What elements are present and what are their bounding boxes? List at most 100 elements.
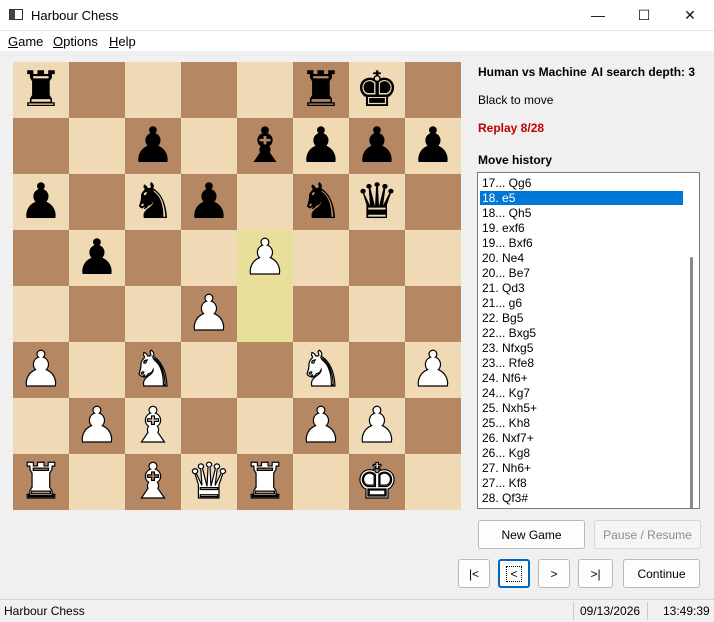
board-square[interactable] [69, 286, 125, 342]
board-square[interactable] [181, 230, 237, 286]
board-square[interactable] [13, 398, 69, 454]
board-square[interactable]: ♟ [293, 397, 349, 454]
next-move-button[interactable]: > [538, 559, 570, 588]
board-square[interactable]: ♛ [181, 453, 237, 510]
board-square[interactable] [237, 286, 293, 342]
scrollbar-thumb[interactable] [690, 257, 693, 508]
move-history-item[interactable]: 25. Nxh5+ [480, 401, 683, 415]
move-history-item[interactable]: 24. Nf6+ [480, 371, 683, 385]
board-square[interactable] [349, 286, 405, 342]
move-history-list[interactable]: 17... Qg6 18. e5 18... Qh5 19. exf6 19... Bx… [477, 172, 700, 509]
first-move-button[interactable]: |< [458, 559, 490, 588]
previous-move-button[interactable]: < [498, 559, 530, 588]
move-history-item[interactable]: 27... Kf8 [480, 476, 683, 490]
board-square[interactable] [69, 118, 125, 174]
board-square[interactable]: ♝ [125, 453, 181, 510]
move-history-item[interactable]: 17... Qg6 [480, 176, 683, 190]
move-history-item[interactable]: 24... Kg7 [480, 386, 683, 400]
menu-game[interactable]: Game [8, 34, 43, 49]
minimize-button[interactable]: — [575, 0, 621, 30]
board-square[interactable]: ♟ [69, 397, 125, 454]
board-square[interactable]: ♟ [69, 230, 125, 286]
board-square[interactable]: ♜ [293, 62, 349, 118]
board-square[interactable]: ♟ [13, 174, 69, 230]
board-square[interactable]: ♟ [13, 341, 69, 398]
move-history-item[interactable]: 19... Bxf6 [480, 236, 683, 250]
move-history-item[interactable]: 27. Nh6+ [480, 461, 683, 475]
board-square[interactable]: ♚ [349, 453, 405, 510]
board-square[interactable]: ♟ [237, 229, 293, 286]
board-square[interactable] [13, 230, 69, 286]
board-square[interactable]: ♜ [13, 453, 69, 510]
move-history-item[interactable]: 20. Ne4 [480, 251, 683, 265]
board-square[interactable]: ♟ [181, 174, 237, 230]
board-square[interactable] [237, 398, 293, 454]
board-square[interactable] [13, 286, 69, 342]
board-square[interactable] [237, 174, 293, 230]
board-square[interactable] [405, 398, 461, 454]
move-history-item[interactable]: 23. Nfxg5 [480, 341, 683, 355]
board-square[interactable]: ♝ [237, 118, 293, 174]
move-history-item[interactable]: 21... g6 [480, 296, 683, 310]
board-square[interactable] [293, 454, 349, 510]
board-square[interactable]: ♟ [181, 285, 237, 342]
move-history-item[interactable]: 18. e5 [480, 191, 683, 205]
board-square[interactable] [125, 286, 181, 342]
move-history-item[interactable]: 19. exf6 [480, 221, 683, 235]
board-square[interactable] [237, 342, 293, 398]
board-square[interactable] [237, 62, 293, 118]
board-square[interactable] [293, 230, 349, 286]
board-square[interactable]: ♞ [293, 174, 349, 230]
board-square[interactable]: ♟ [349, 397, 405, 454]
board-square[interactable]: ♜ [13, 62, 69, 118]
board-square[interactable] [69, 62, 125, 118]
history-scrollbar[interactable] [684, 173, 699, 508]
board-square[interactable] [349, 230, 405, 286]
menu-options[interactable]: Options [53, 34, 98, 49]
board-square[interactable] [405, 454, 461, 510]
board-square[interactable] [349, 342, 405, 398]
move-history-item[interactable]: 22. Bg5 [480, 311, 683, 325]
board-square[interactable] [405, 230, 461, 286]
move-history-item[interactable]: 26... Kg8 [480, 446, 683, 460]
maximize-button[interactable]: ☐ [621, 0, 667, 30]
board-square[interactable] [69, 174, 125, 230]
board-square[interactable]: ♟ [349, 118, 405, 174]
board-square[interactable] [125, 230, 181, 286]
move-history-item[interactable]: 18... Qh5 [480, 206, 683, 220]
board-square[interactable] [181, 342, 237, 398]
last-move-button[interactable]: >| [578, 559, 613, 588]
board-square[interactable]: ♟ [125, 118, 181, 174]
close-button[interactable]: ✕ [667, 0, 713, 30]
board-square[interactable] [293, 286, 349, 342]
move-history-item[interactable]: 23... Rfe8 [480, 356, 683, 370]
move-history-item[interactable]: 26. Nxf7+ [480, 431, 683, 445]
move-history-item[interactable]: 22... Bxg5 [480, 326, 683, 340]
board-square[interactable]: ♟ [405, 341, 461, 398]
board-square[interactable] [405, 62, 461, 118]
board-square[interactable]: ♝ [125, 397, 181, 454]
board-square[interactable] [181, 62, 237, 118]
move-history-item[interactable]: 28. Qf3# [480, 491, 683, 505]
board-square[interactable]: ♞ [125, 341, 181, 398]
move-history-item[interactable]: 20... Be7 [480, 266, 683, 280]
board-square[interactable]: ♟ [293, 118, 349, 174]
board-square[interactable] [125, 62, 181, 118]
board-square[interactable]: ♟ [405, 118, 461, 174]
board-square[interactable]: ♜ [237, 453, 293, 510]
menu-help[interactable]: Help [109, 34, 136, 49]
board-square[interactable] [405, 174, 461, 230]
move-history-item[interactable]: 25... Kh8 [480, 416, 683, 430]
board-square[interactable]: ♞ [293, 341, 349, 398]
move-history-item[interactable]: 21. Qd3 [480, 281, 683, 295]
board-square[interactable]: ♛ [349, 174, 405, 230]
board-square[interactable]: ♞ [125, 174, 181, 230]
board-square[interactable] [405, 286, 461, 342]
board-square[interactable] [69, 342, 125, 398]
continue-button[interactable]: Continue [623, 559, 700, 588]
board-square[interactable] [13, 118, 69, 174]
board-square[interactable] [181, 118, 237, 174]
new-game-button[interactable]: New Game [478, 520, 585, 549]
board-square[interactable] [69, 454, 125, 510]
pause-resume-button[interactable]: Pause / Resume [594, 520, 701, 549]
